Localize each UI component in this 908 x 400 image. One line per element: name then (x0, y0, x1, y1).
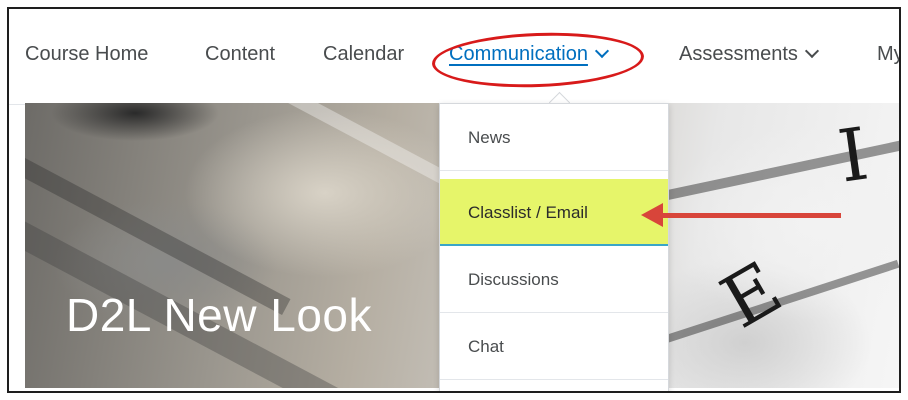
banner-decoration: I (833, 111, 874, 199)
banner-decoration: E (707, 245, 796, 345)
menu-item-chat[interactable]: Chat (440, 313, 668, 380)
annotation-arrow (659, 213, 841, 218)
menu-item-news[interactable]: News (440, 104, 668, 171)
nav-my[interactable]: My (877, 43, 899, 66)
nav-assessments-label: Assessments (679, 43, 798, 65)
course-title: D2L New Look (66, 289, 373, 341)
communication-dropdown-menu: News Classlist / Email Discussions Chat (439, 103, 669, 391)
menu-item-classlist-email[interactable]: Classlist / Email (440, 179, 668, 246)
chevron-down-icon (804, 43, 820, 59)
screenshot-frame: Course Home Content Calendar Communicati… (7, 7, 901, 393)
nav-content[interactable]: Content (205, 43, 275, 66)
nav-course-home[interactable]: Course Home (25, 43, 148, 66)
banner-decoration (216, 103, 454, 188)
annotation-arrow-head-icon (641, 203, 663, 227)
nav-assessments[interactable]: Assessments (679, 43, 820, 66)
nav-calendar[interactable]: Calendar (323, 43, 404, 66)
menu-item-discussions[interactable]: Discussions (440, 246, 668, 313)
